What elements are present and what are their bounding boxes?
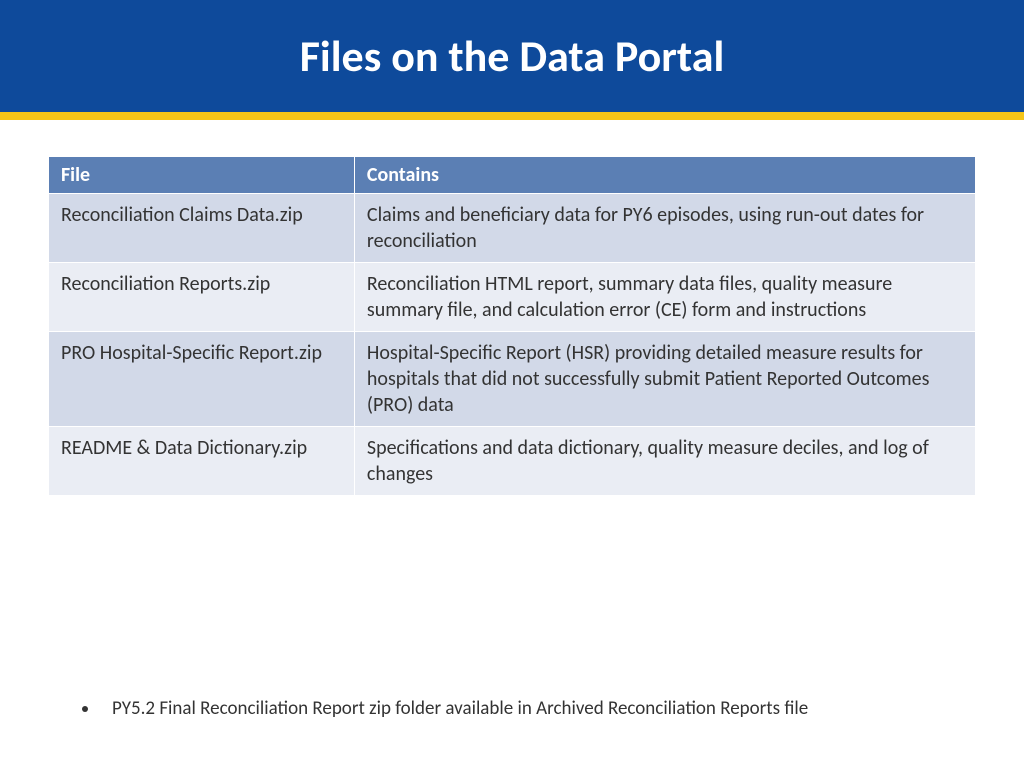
- cell-file: Reconciliation Reports.zip: [49, 263, 355, 332]
- cell-file: README & Data Dictionary.zip: [49, 427, 355, 496]
- slide-header: Files on the Data Portal: [0, 0, 1024, 120]
- table-row: Reconciliation Reports.zip Reconciliatio…: [49, 263, 976, 332]
- table-row: Reconciliation Claims Data.zip Claims an…: [49, 194, 976, 263]
- cell-contains: Reconciliation HTML report, summary data…: [354, 263, 975, 332]
- cell-file: Reconciliation Claims Data.zip: [49, 194, 355, 263]
- cell-file: PRO Hospital-Specific Report.zip: [49, 332, 355, 427]
- files-table: File Contains Reconciliation Claims Data…: [48, 156, 976, 496]
- table-header-file: File: [49, 157, 355, 194]
- table-row: PRO Hospital-Specific Report.zip Hospita…: [49, 332, 976, 427]
- bullet-list: PY5.2 Final Reconciliation Report zip fo…: [80, 697, 976, 720]
- cell-contains: Claims and beneficiary data for PY6 epis…: [354, 194, 975, 263]
- page-title: Files on the Data Portal: [300, 29, 725, 83]
- table-row: README & Data Dictionary.zip Specificati…: [49, 427, 976, 496]
- cell-contains: Specifications and data dictionary, qual…: [354, 427, 975, 496]
- bullet-item: PY5.2 Final Reconciliation Report zip fo…: [100, 697, 976, 720]
- slide-content: File Contains Reconciliation Claims Data…: [0, 120, 1024, 496]
- table-header-contains: Contains: [354, 157, 975, 194]
- cell-contains: Hospital-Specific Report (HSR) providing…: [354, 332, 975, 427]
